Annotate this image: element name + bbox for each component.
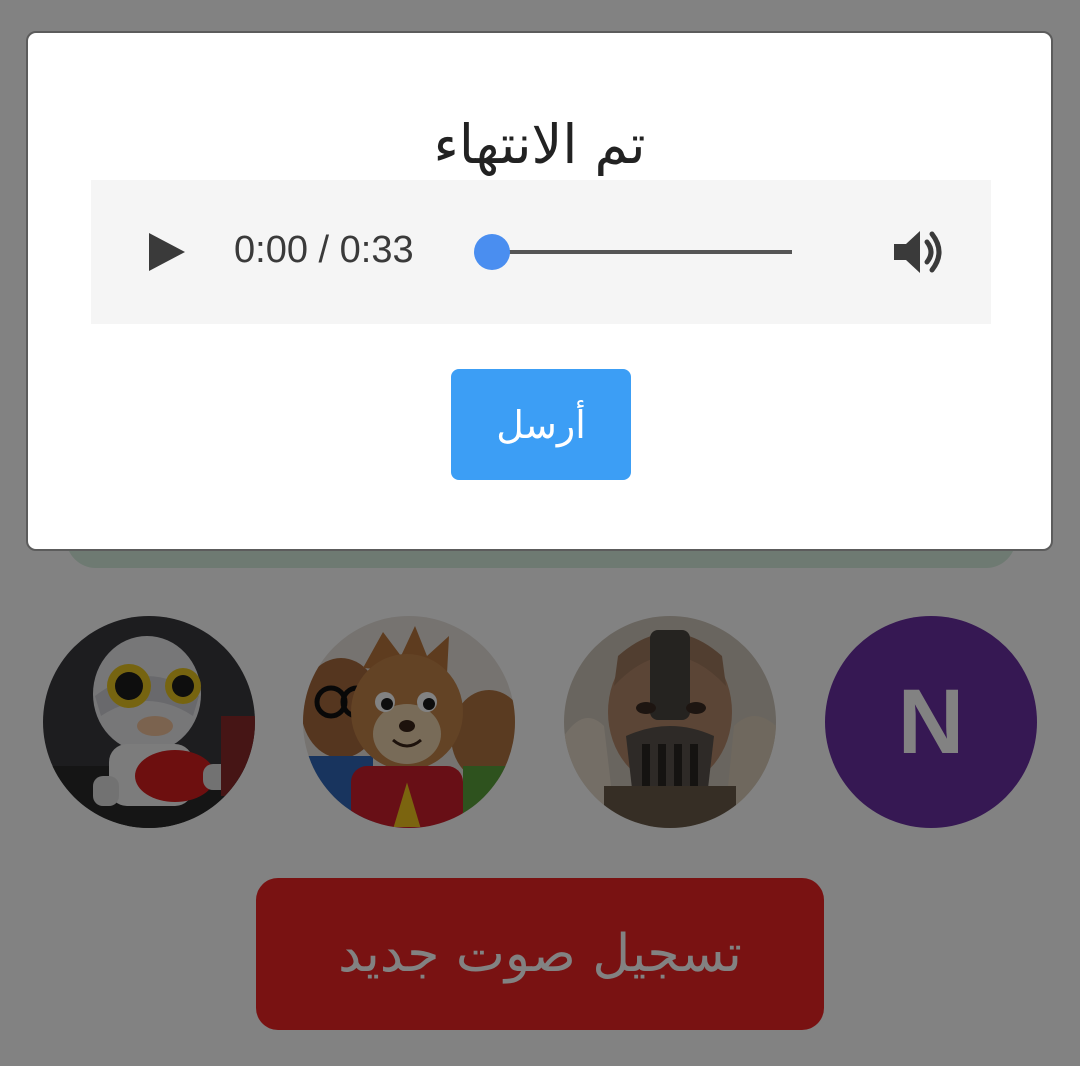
- volume-icon: [894, 231, 942, 273]
- play-icon: [149, 233, 185, 271]
- seek-thumb[interactable]: [474, 234, 510, 270]
- audio-player: 0:00 / 0:33: [91, 180, 991, 324]
- play-button[interactable]: [141, 227, 191, 277]
- seek-track: [484, 250, 792, 254]
- recording-done-dialog: تم الانتهاء 0:00 / 0:33 أرسل: [26, 31, 1053, 551]
- seek-slider[interactable]: [474, 232, 794, 272]
- send-button[interactable]: أرسل: [451, 369, 631, 480]
- volume-button[interactable]: [888, 222, 948, 282]
- time-display: 0:00 / 0:33: [234, 229, 414, 271]
- dialog-title: تم الانتهاء: [433, 113, 646, 176]
